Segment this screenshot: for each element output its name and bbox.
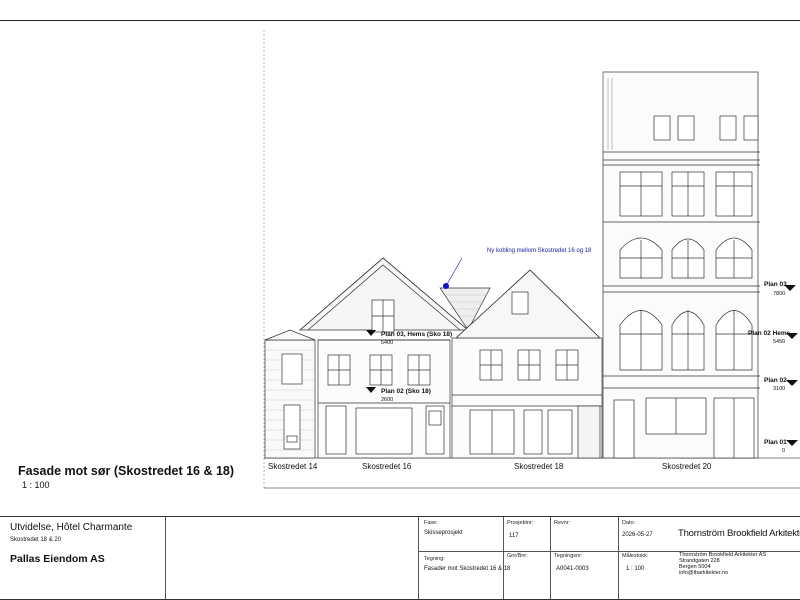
level-label-plan02: Plan 02 xyxy=(764,377,787,384)
firm-address-line: info@tbarkitekter.no xyxy=(679,570,728,576)
tegning-value: Fasader mot Skostredet 16 & 18 xyxy=(424,566,511,572)
tegningsnr-value: A0041-0003 xyxy=(556,566,589,572)
dato-label: Dato: xyxy=(622,520,636,526)
level-value-plan02-hems: 5450 xyxy=(773,339,786,345)
gnr-label: Gnr/Bnr: xyxy=(507,553,528,559)
dato-value: 2026-05-27 xyxy=(622,532,653,538)
title-block-divider xyxy=(165,517,166,599)
malestokk-label: Målestokk: xyxy=(622,553,649,559)
tegningsnr-label: Tegningsnr: xyxy=(554,553,583,559)
malestokk-value: 1 : 100 xyxy=(626,566,645,572)
view-title: Fasade mot sør (Skostredet 16 & 18) xyxy=(18,464,235,478)
elevation-drawing xyxy=(263,30,800,489)
level-label-plan03: Plan 03 xyxy=(764,281,787,288)
title-block-divider xyxy=(503,517,504,599)
level-value-plan02: 3100 xyxy=(773,386,786,392)
title-block-divider xyxy=(418,517,419,599)
level-value-plan01: 0 xyxy=(782,448,786,454)
level-marker-plan02-right xyxy=(786,380,798,386)
project-address: Skostredet 18 & 20 xyxy=(10,537,62,543)
street-label: Skostredet 16 xyxy=(362,462,412,471)
level-value-plan03-hems: 5400 xyxy=(381,340,394,346)
street-label: Skostredet 18 xyxy=(514,462,564,471)
client-name: Pallas Eiendom AS xyxy=(10,553,105,565)
annotation-point xyxy=(443,283,449,289)
revnr-label: Revnr: xyxy=(554,520,571,526)
building-skostredet-14 xyxy=(264,329,316,459)
level-marker-plan03-hems xyxy=(366,330,376,336)
level-marker-plan01 xyxy=(786,440,798,446)
level-markers-right xyxy=(784,285,798,446)
annotation-leader xyxy=(445,257,463,287)
street-label: Skostredet 14 xyxy=(268,462,318,471)
level-label-plan02-sko18: Plan 02 (Sko 18) xyxy=(381,388,431,395)
level-label-plan01: Plan 01 xyxy=(764,439,787,446)
fase-value: Skisseprosjekt xyxy=(424,530,463,536)
title-block-divider xyxy=(550,517,551,599)
building-skostredet-20 xyxy=(602,71,760,459)
prosjektnr-label: Prosjektnr: xyxy=(507,520,534,526)
level-label-plan03-hems: Plan 03, Hems (Sko 18) xyxy=(381,331,453,338)
level-value-plan02-sko18: 2600 xyxy=(381,397,394,403)
prosjektnr-value: 117 xyxy=(509,533,519,539)
title-block-divider xyxy=(618,517,619,599)
firm-name: Thornström Brookfield Arkitekter xyxy=(678,528,800,539)
level-value-plan03: 7800 xyxy=(773,291,786,297)
street-label: Skostredet 20 xyxy=(662,462,712,471)
level-label-plan02-hems: Plan 02 Hems xyxy=(748,330,791,337)
fase-label: Fase: xyxy=(424,520,438,526)
view-scale: 1 : 100 xyxy=(22,480,50,490)
annotation-label: Ny kobling mellom Skostredet 16 og 18 xyxy=(487,248,592,254)
project-name: Utvidelse, Hôtel Charmante xyxy=(10,522,133,533)
tegning-label: Tegning: xyxy=(424,556,445,562)
